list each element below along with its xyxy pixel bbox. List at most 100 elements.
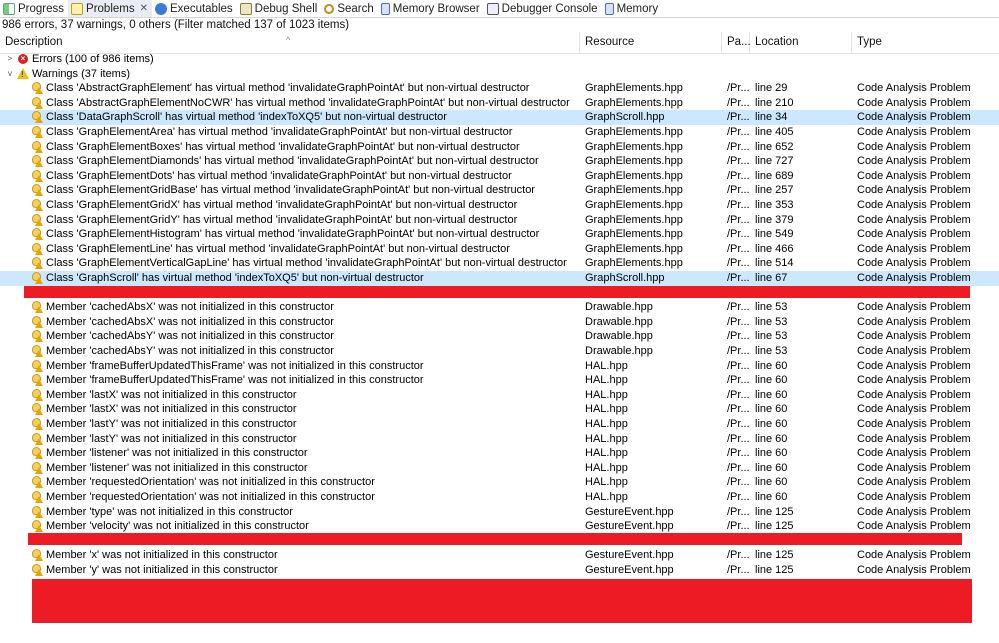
problem-path: /Pr... [727, 564, 750, 576]
problem-resource: GraphElements.hpp [585, 228, 683, 241]
problem-resource: HAL.hpp [585, 491, 628, 503]
column-header-type[interactable]: Type [852, 32, 999, 53]
problem-row[interactable]: Member 'x' was not initialized in this c… [0, 548, 999, 563]
chevron-down-icon[interactable]: v [5, 67, 15, 82]
column-label: Description [5, 36, 63, 48]
problem-description: Member 'cachedAbsY' was not initialized … [46, 330, 334, 343]
code-analysis-warning-icon [31, 140, 43, 153]
problem-path: /Pr... [727, 520, 750, 533]
problem-row[interactable]: Member 'lastY' was not initialized in th… [0, 417, 999, 432]
problem-type: Code Analysis Problem [857, 505, 971, 518]
problem-type: Code Analysis Problem [857, 374, 971, 387]
problem-row[interactable]: Member 'cachedAbsY' was not initialized … [0, 344, 999, 359]
problem-type: Code Analysis Problem [857, 257, 971, 270]
problem-type: Code Analysis Problem [857, 228, 971, 241]
executables-icon [155, 2, 167, 15]
problem-row[interactable]: Class 'GraphElementLine' has virtual met… [0, 242, 999, 257]
code-analysis-warning-icon [31, 96, 43, 109]
problem-location: line 689 [755, 169, 794, 182]
problem-row[interactable]: Class 'AbstractGraphElementNoCWR' has vi… [0, 96, 999, 111]
column-header-description[interactable]: Description ^ [0, 32, 580, 53]
tab-debug-shell[interactable]: Debug Shell [237, 0, 322, 17]
problem-resource: Drawable.hpp [585, 315, 653, 328]
column-header-location[interactable]: Location [750, 32, 852, 53]
column-header-resource[interactable]: Resource [580, 32, 722, 53]
code-analysis-warning-icon [31, 403, 43, 416]
problem-path: /Pr... [727, 242, 750, 255]
problem-row[interactable]: Class 'GraphElementVerticalGapLine' has … [0, 256, 999, 271]
problem-description: Class 'GraphElementDots' has virtual met… [46, 169, 512, 182]
problem-description: Member 'listener' was not initialized in… [46, 447, 308, 460]
code-analysis-warning-icon [31, 82, 43, 95]
problem-row[interactable]: Class 'GraphElementDots' has virtual met… [0, 169, 999, 184]
problem-row[interactable]: Member 'cachedAbsX' was not initialized … [0, 315, 999, 330]
tab-search[interactable]: Search [321, 0, 377, 17]
tab-progress[interactable]: Progress [0, 0, 68, 17]
problem-path: /Pr... [727, 184, 750, 197]
problem-row[interactable]: Class 'DataGraphScroll' has virtual meth… [0, 110, 999, 125]
problem-type: Code Analysis Problem [857, 330, 971, 343]
problem-description: Class 'GraphElementGridX' has virtual me… [46, 199, 518, 211]
redaction-bar [24, 286, 970, 298]
problem-row[interactable]: Member 'velocity' was not initialized in… [0, 519, 999, 534]
problem-path: /Pr... [727, 199, 750, 211]
problem-path: /Pr... [727, 126, 750, 138]
problem-path: /Pr... [727, 111, 750, 124]
problem-type: Code Analysis Problem [857, 242, 971, 255]
problem-row[interactable]: Member 'lastX' was not initialized in th… [0, 388, 999, 403]
tab-executables[interactable]: Executables [152, 0, 237, 17]
problem-description: Class 'GraphElementDiamonds' has virtual… [46, 155, 539, 168]
problem-row[interactable]: Member 'frameBufferUpdatedThisFrame' was… [0, 359, 999, 374]
problem-type: Code Analysis Problem [857, 96, 971, 109]
tab-problems[interactable]: Problems ✕ [68, 0, 152, 17]
column-header-path[interactable]: Pa... [722, 32, 751, 53]
group-row-errors[interactable]: > × Errors (100 of 986 items) [0, 52, 999, 67]
problem-row[interactable]: Class 'GraphElementGridBase' has virtual… [0, 183, 999, 198]
problem-row[interactable]: Member 'lastY' was not initialized in th… [0, 432, 999, 447]
tab-memory[interactable]: Memory [602, 0, 663, 17]
problem-row[interactable]: Class 'GraphScroll' has virtual method '… [0, 271, 999, 286]
problem-resource: Drawable.hpp [585, 330, 653, 343]
group-row-warnings[interactable]: v Warnings (37 items) [0, 67, 999, 82]
problem-type: Code Analysis Problem [857, 403, 971, 416]
problem-description: Member 'lastX' was not initialized in th… [46, 403, 297, 416]
problem-row[interactable]: Class 'GraphElementGridY' has virtual me… [0, 213, 999, 228]
problem-row[interactable]: Member 'cachedAbsX' was not initialized … [0, 300, 999, 315]
problem-row[interactable]: Class 'GraphElementHistogram' has virtua… [0, 227, 999, 242]
close-icon[interactable]: ✕ [140, 3, 148, 14]
problem-row[interactable]: Member 'lastX' was not initialized in th… [0, 402, 999, 417]
problem-row[interactable]: Member 'frameBufferUpdatedThisFrame' was… [0, 373, 999, 388]
problem-row[interactable]: Class 'GraphElementBoxes' has virtual me… [0, 140, 999, 155]
problem-row[interactable]: Class 'GraphElementDiamonds' has virtual… [0, 154, 999, 169]
problem-row[interactable]: Member 'requestedOrientation' was not in… [0, 475, 999, 490]
problem-row[interactable]: Member 'requestedOrientation' was not in… [0, 490, 999, 505]
problem-type: Code Analysis Problem [857, 111, 971, 124]
problem-description: Class 'GraphElementGridY' has virtual me… [46, 213, 518, 226]
problem-location: line 125 [755, 505, 794, 518]
problem-resource: GraphElements.hpp [585, 126, 683, 138]
code-analysis-warning-icon [31, 228, 43, 241]
problem-row[interactable]: Class 'GraphElementGridX' has virtual me… [0, 198, 999, 213]
tab-memory-browser[interactable]: Memory Browser [378, 0, 484, 17]
problem-resource: GraphElements.hpp [585, 257, 683, 270]
code-analysis-warning-icon [31, 418, 43, 430]
problem-description: Class 'DataGraphScroll' has virtual meth… [46, 111, 447, 124]
chevron-right-icon[interactable]: > [5, 52, 15, 67]
problem-location: line 60 [755, 432, 788, 445]
problem-row[interactable]: Member 'cachedAbsY' was not initialized … [0, 329, 999, 344]
problem-path: /Pr... [727, 549, 750, 562]
problem-row[interactable]: Class 'AbstractGraphElement' has virtual… [0, 81, 999, 96]
problem-row[interactable]: Member 'listener' was not initialized in… [0, 446, 999, 461]
problem-row[interactable]: Member 'y' was not initialized in this c… [0, 563, 999, 578]
tab-debugger-console[interactable]: Debugger Console [484, 0, 602, 17]
problem-row[interactable]: Member 'type' was not initialized in thi… [0, 505, 999, 520]
code-analysis-warning-icon [31, 549, 43, 562]
problem-description: Member 'frameBufferUpdatedThisFrame' was… [46, 359, 424, 372]
problem-row[interactable]: Class 'GraphElementArea' has virtual met… [0, 125, 999, 140]
problem-row[interactable]: Member 'listener' was not initialized in… [0, 461, 999, 476]
problem-resource: HAL.hpp [585, 403, 628, 416]
problem-description: Member 'requestedOrientation' was not in… [46, 476, 375, 489]
column-label: Type [857, 36, 882, 48]
problem-description: Class 'GraphScroll' has virtual method '… [46, 272, 424, 284]
problem-path: /Pr... [727, 345, 750, 357]
